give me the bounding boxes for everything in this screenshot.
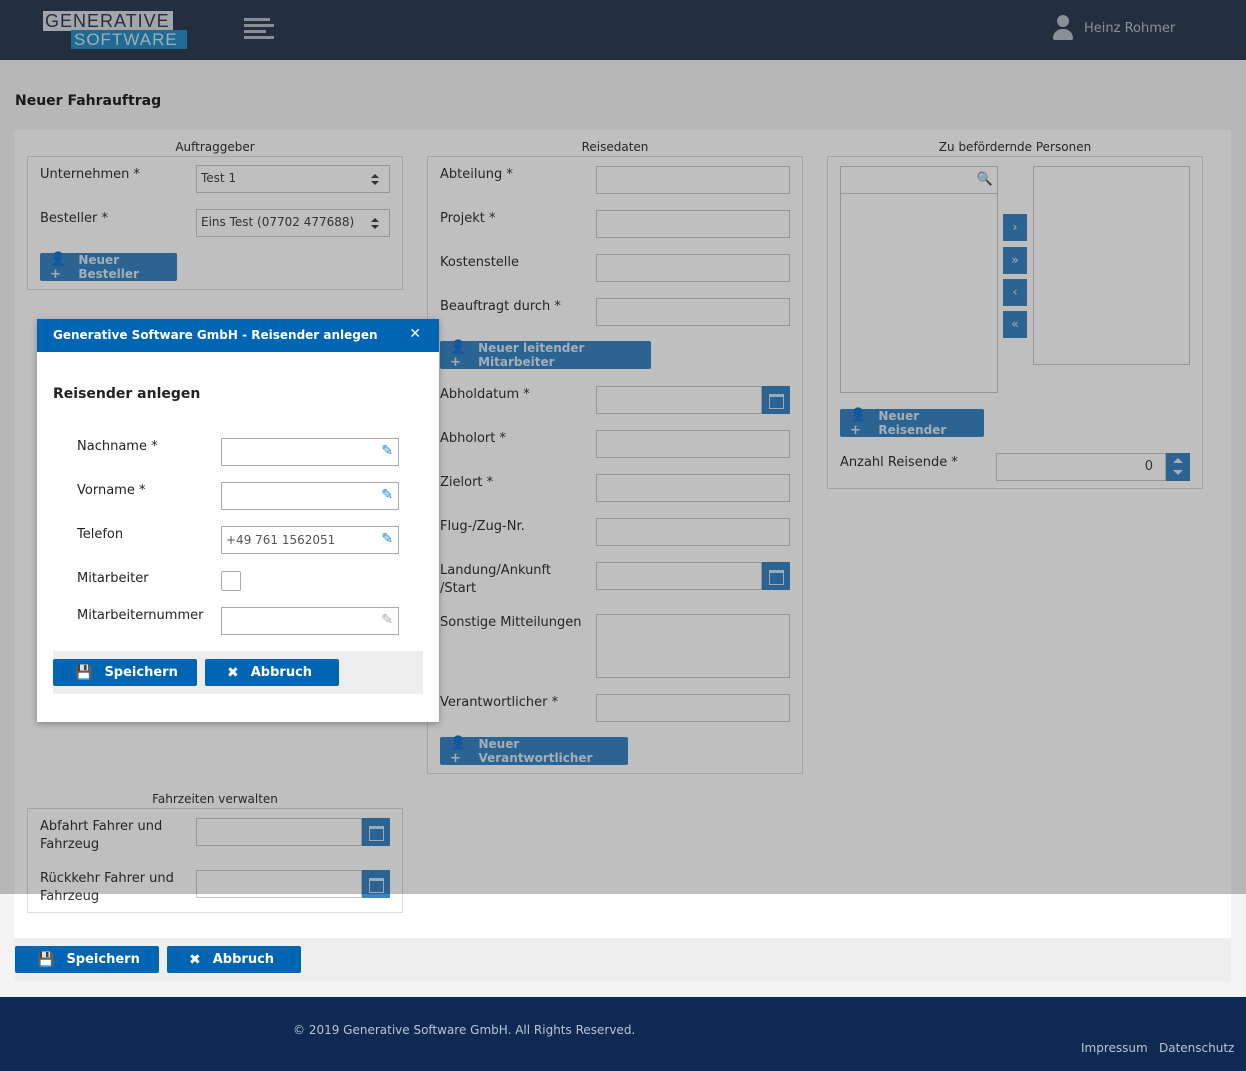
save-icon: 💾 [37,951,55,968]
label-mitarbeiter: Mitarbeiter [77,571,149,586]
copyright: © 2019 Generative Software GmbH. All Rig… [293,1023,636,1037]
input-vorname[interactable]: ✎ [221,482,399,510]
close-icon: ✖ [227,664,239,681]
label-mitarbeiternummer: Mitarbeiternummer [77,608,204,623]
close-icon[interactable]: ✕ [409,326,421,342]
form-actions: 💾 Speichern ✖ Abbruch [14,938,1231,982]
close-icon: ✖ [189,951,201,968]
input-mitarbeiternummer[interactable]: ✎ [221,607,399,635]
modal-header-title: Generative Software GmbH - Reisender anl… [53,328,378,342]
edit-icon: ✎ [381,612,393,628]
save-button[interactable]: 💾 Speichern [15,946,159,973]
input-telefon[interactable]: +49 761 1562051 ✎ [221,526,399,554]
modal-save-label: Speichern [104,665,178,680]
save-icon: 💾 [75,664,93,681]
cancel-button[interactable]: ✖ Abbruch [167,946,301,973]
label-telefon: Telefon [77,527,124,542]
impressum-link[interactable]: Impressum [1081,1041,1148,1055]
label-vorname: Vorname * [77,483,146,498]
modal-title: Reisender anlegen [53,386,201,402]
site-footer: © 2019 Generative Software GmbH. All Rig… [0,997,1246,1071]
modal-cancel-label: Abbruch [250,665,313,680]
edit-icon: ✎ [381,531,393,547]
modal-cancel-button[interactable]: ✖ Abbruch [205,659,339,686]
edit-icon: ✎ [381,487,393,503]
modal-header: Generative Software GmbH - Reisender anl… [37,319,439,352]
telefon-value: +49 761 1562051 [226,533,336,547]
save-button-label: Speichern [66,952,140,967]
edit-icon: ✎ [381,443,393,459]
datenschutz-link[interactable]: Datenschutz [1159,1041,1234,1055]
modal-save-button[interactable]: 💾 Speichern [53,659,197,686]
input-nachname[interactable]: ✎ [221,438,399,466]
reisender-anlegen-dialog: Generative Software GmbH - Reisender anl… [37,319,439,722]
modal-actions: 💾 Speichern ✖ Abbruch [53,651,423,694]
cancel-button-label: Abbruch [212,952,275,967]
label-nachname: Nachname * [77,439,158,454]
mitarbeiter-checkbox[interactable] [221,571,241,591]
